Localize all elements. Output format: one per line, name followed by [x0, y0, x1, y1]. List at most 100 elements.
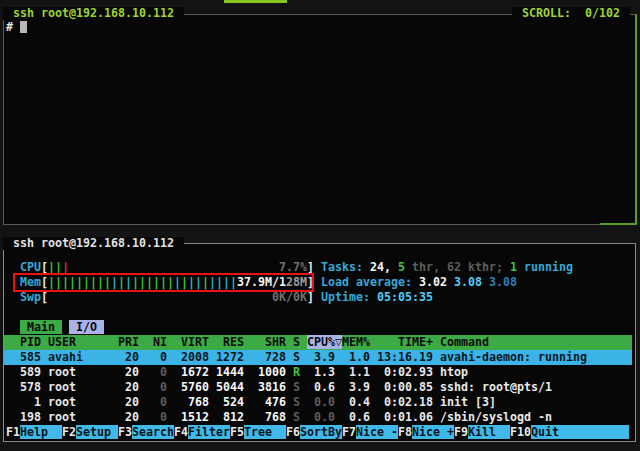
tasks-kthreads: thr, 62 kthr; — [412, 260, 503, 274]
cell-command: init [3] — [433, 395, 496, 409]
col-cpu-sorted[interactable]: CPU%▽ — [307, 335, 342, 349]
cell-state: S — [286, 395, 300, 409]
process-row[interactable]: 198 root 20 0 1512 812 768 S 0.0 0.6 0:0… — [6, 410, 552, 425]
cell-state: S — [286, 380, 300, 394]
cell-user: root — [41, 380, 118, 394]
cell-res: 812 — [209, 410, 244, 424]
fkey-label-F8[interactable]: Nice + — [412, 425, 454, 439]
cpu-meter-bar: | — [55, 260, 62, 274]
cell-mem: 3.9 — [335, 380, 370, 394]
col-mem[interactable]: MEM% — [342, 335, 370, 349]
tab-io[interactable]: I/O — [69, 320, 104, 334]
process-row[interactable]: 578 root 20 0 5760 5044 3816 S 0.6 3.9 0… — [6, 380, 552, 395]
uptime-label: Uptime: — [321, 290, 377, 304]
col-pri[interactable]: PRI — [118, 335, 139, 349]
cpu-meter-value: 7.7% — [279, 260, 307, 274]
cell-cpu: 0.6 — [300, 380, 335, 394]
col-pid[interactable]: PID — [6, 335, 41, 349]
tab-main[interactable]: Main — [20, 320, 62, 334]
col-user[interactable]: USER — [41, 335, 118, 349]
col-state[interactable]: S — [286, 335, 300, 349]
fkey-label-F1[interactable]: Help — [20, 425, 62, 439]
fkey-F2[interactable]: F2 — [62, 425, 76, 439]
cell-cpu: 0.0 — [300, 395, 335, 409]
scroll-indicator: SCROLL: 0/102 — [512, 7, 630, 20]
process-row[interactable]: 1 root 20 0 768 524 476 S 0.0 0.4 0:02.1… — [6, 395, 496, 410]
tasks-running-label: running — [524, 260, 573, 274]
uptime-value: 05:05:35 — [377, 290, 433, 304]
annotation-highlight-rect — [13, 273, 314, 292]
cell-state: S — [286, 410, 300, 424]
fkey-label-F9[interactable]: Kill — [468, 425, 510, 439]
htop-tabs-row: Main I/O — [6, 320, 104, 335]
cell-ni: 0 — [139, 395, 167, 409]
fkey-label-F3[interactable]: Search — [132, 425, 174, 439]
process-row[interactable]: 589 root 20 0 1672 1444 1000 R 1.3 1.1 0… — [6, 365, 468, 380]
fkey-label-F7[interactable]: Nice - — [356, 425, 398, 439]
process-row[interactable]: 585 avahi 20 0 2008 1272 728 S 3.9 1.0 1… — [4, 350, 632, 365]
cell-shr: 1000 — [244, 365, 286, 379]
cell-virt: 1512 — [167, 410, 209, 424]
shell-prompt: # — [6, 20, 13, 35]
fkey-F9[interactable]: F9 — [454, 425, 468, 439]
cell-time: 0:00.85 — [370, 380, 433, 394]
fkey-F8[interactable]: F8 — [398, 425, 412, 439]
cell-state: S — [286, 350, 300, 364]
cell-time: 0:02.93 — [370, 365, 433, 379]
cell-command: avahi-daemon: running — [433, 350, 587, 364]
cell-pri: 20 — [118, 365, 139, 379]
cell-shr: 728 — [244, 350, 286, 364]
cell-pid: 1 — [6, 395, 41, 409]
cell-virt: 1672 — [167, 365, 209, 379]
load-label: Load average: — [321, 275, 419, 289]
cell-pri: 20 — [118, 350, 139, 364]
pane-title-bottom: ssh root@192.168.10.112 — [3, 237, 184, 250]
col-ni[interactable]: NI — [139, 335, 167, 349]
cell-ni: 0 — [139, 350, 167, 364]
cell-pri: 20 — [118, 380, 139, 394]
table-header-row: PID USER PRI NI VIRT RES SHR S CPU%▽MEM%… — [4, 335, 632, 350]
col-time[interactable]: TIME+ — [370, 335, 433, 349]
tasks-running-count: 1 — [510, 260, 517, 274]
col-virt[interactable]: VIRT — [167, 335, 209, 349]
fkey-F6[interactable]: F6 — [286, 425, 300, 439]
load-1min: 3.02 — [419, 275, 447, 289]
cell-shr: 3816 — [244, 380, 286, 394]
fkey-F3[interactable]: F3 — [118, 425, 132, 439]
tmux-pane-top[interactable] — [3, 14, 637, 225]
cell-mem: 0.4 — [335, 395, 370, 409]
cell-virt: 2008 — [167, 350, 209, 364]
col-res[interactable]: RES — [209, 335, 244, 349]
fkey-F1[interactable]: F1 — [6, 425, 20, 439]
fkey-F5[interactable]: F5 — [230, 425, 244, 439]
tasks-count: 24, — [370, 260, 391, 274]
function-key-bar: F1Help F2Setup F3SearchF4FilterF5Tree F6… — [6, 425, 629, 440]
fkey-F7[interactable]: F7 — [342, 425, 356, 439]
cell-cpu: 1.3 — [300, 365, 335, 379]
cpu-meter-bar: | — [48, 260, 55, 274]
swp-meter-label: Swp — [20, 290, 41, 304]
col-command[interactable]: Command — [433, 335, 489, 349]
cell-user: avahi — [41, 350, 118, 364]
fkey-label-F4[interactable]: Filter — [188, 425, 230, 439]
cell-ni: 0 — [139, 365, 167, 379]
cell-res: 1444 — [209, 365, 244, 379]
cell-time: 0:01.06 — [370, 410, 433, 424]
cell-ni: 0 — [139, 380, 167, 394]
load-5min: 3.08 — [454, 275, 482, 289]
fkey-F10[interactable]: F10 — [510, 425, 531, 439]
cell-mem: 0.6 — [335, 410, 370, 424]
fkey-F4[interactable]: F4 — [174, 425, 188, 439]
active-pane-border-segment — [600, 223, 636, 225]
cell-ni: 0 — [139, 410, 167, 424]
cell-time: 13:16.19 — [370, 350, 433, 364]
cell-time: 0:02.18 — [370, 395, 433, 409]
tasks-label: Tasks: — [321, 260, 370, 274]
col-shr[interactable]: SHR — [244, 335, 286, 349]
fkey-label-F6[interactable]: SortBy — [300, 425, 342, 439]
fkey-label-F10[interactable]: Quit — [531, 425, 629, 439]
fkey-label-F2[interactable]: Setup — [76, 425, 118, 439]
cell-res: 5044 — [209, 380, 244, 394]
fkey-label-F5[interactable]: Tree — [244, 425, 286, 439]
tasks-threads: 5 — [398, 260, 405, 274]
